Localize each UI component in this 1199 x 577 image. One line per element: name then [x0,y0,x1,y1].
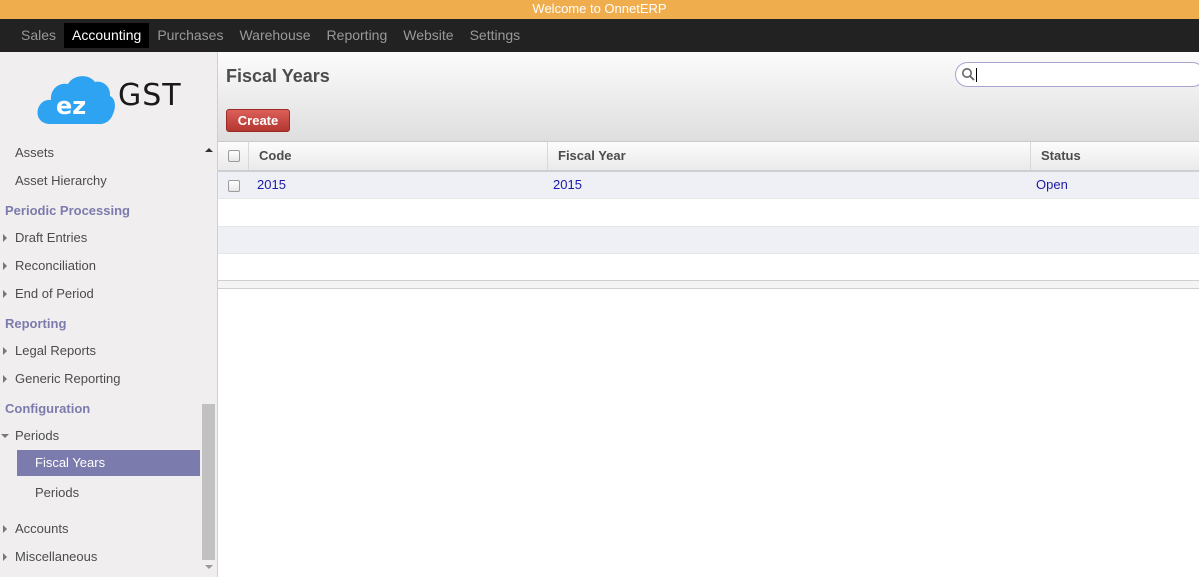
page-title: Fiscal Years [226,66,330,86]
expand-arrow-icon [3,553,7,561]
row-checkbox[interactable] [228,180,240,192]
sidebar-item-legal-reports[interactable]: Legal Reports [3,342,96,360]
cell-fiscal-year[interactable]: 2015 [543,172,582,198]
text-cursor [976,68,977,82]
expand-arrow-icon [3,234,7,242]
sidebar-item-periods[interactable]: Periods [35,484,79,502]
sidebar: ez GST Assets Asset Hierarchy Periodic P… [0,52,218,577]
sidebar-item-fiscal-years[interactable]: Fiscal Years [17,450,200,476]
cell-code[interactable]: 2015 [247,172,286,198]
sidebar-item-generic-reporting[interactable]: Generic Reporting [3,370,121,388]
main-content: Fiscal Years Create Code Fiscal Year Sta… [218,52,1199,577]
section-header-configuration: Configuration [5,401,91,416]
cloud-logo-icon: ez [37,76,115,124]
sidebar-item-assets[interactable]: Assets [15,144,54,162]
topnav-reporting[interactable]: Reporting [319,23,396,48]
empty-row [218,254,1199,281]
sidebar-item-miscellaneous[interactable]: Miscellaneous [3,548,97,566]
sidebar-scrollbar[interactable] [201,138,215,577]
table-header: Code Fiscal Year Status [218,142,1199,172]
search-icon [962,68,975,81]
scroll-down-arrow-icon[interactable] [205,565,213,569]
table-footer [218,280,1199,289]
banner-text: Welcome to OnnetERP [532,1,667,16]
section-header-periodic-processing: Periodic Processing [5,203,130,218]
logo-mark: ez [56,92,86,120]
expand-arrow-icon [3,262,7,270]
sidebar-item-end-of-period[interactable]: End of Period [3,285,94,303]
column-header-fiscal-year[interactable]: Fiscal Year [547,142,1031,170]
empty-row [218,227,1199,254]
scroll-up-arrow-icon[interactable] [205,148,213,152]
empty-row [218,200,1199,227]
top-navigation: Sales Accounting Purchases Warehouse Rep… [0,19,1199,52]
select-all-checkbox[interactable] [228,150,240,162]
column-header-status[interactable]: Status [1030,142,1199,170]
company-logo[interactable]: ez GST [36,72,186,128]
expand-arrow-icon [3,525,7,533]
expand-arrow-icon [3,347,7,355]
search-input[interactable] [955,62,1199,87]
control-panel: Fiscal Years Create [218,52,1199,142]
create-button[interactable]: Create [226,109,290,132]
expand-arrow-icon [3,375,7,383]
table-row[interactable]: 2015 2015 Open [218,172,1199,199]
topnav-accounting[interactable]: Accounting [64,23,150,48]
sidebar-item-reconciliation[interactable]: Reconciliation [3,257,96,275]
topnav-purchases[interactable]: Purchases [149,23,231,48]
expand-arrow-icon [3,290,7,298]
welcome-banner: Welcome to OnnetERP [0,0,1199,19]
scrollbar-thumb[interactable] [202,404,215,560]
sidebar-item-draft-entries[interactable]: Draft Entries [3,229,87,247]
collapse-arrow-icon [1,434,9,438]
cell-status[interactable]: Open [1026,172,1068,198]
topnav-warehouse[interactable]: Warehouse [231,23,318,48]
sidebar-item-accounts[interactable]: Accounts [3,520,68,538]
topnav-website[interactable]: Website [395,23,461,48]
topnav-settings[interactable]: Settings [462,23,529,48]
logo-text: GST [118,78,182,113]
sidebar-item-asset-hierarchy[interactable]: Asset Hierarchy [15,172,107,190]
sidebar-item-periods-group[interactable]: Periods [1,427,59,445]
section-header-reporting: Reporting [5,316,67,331]
topnav-sales[interactable]: Sales [13,23,64,48]
column-header-code[interactable]: Code [248,142,548,170]
